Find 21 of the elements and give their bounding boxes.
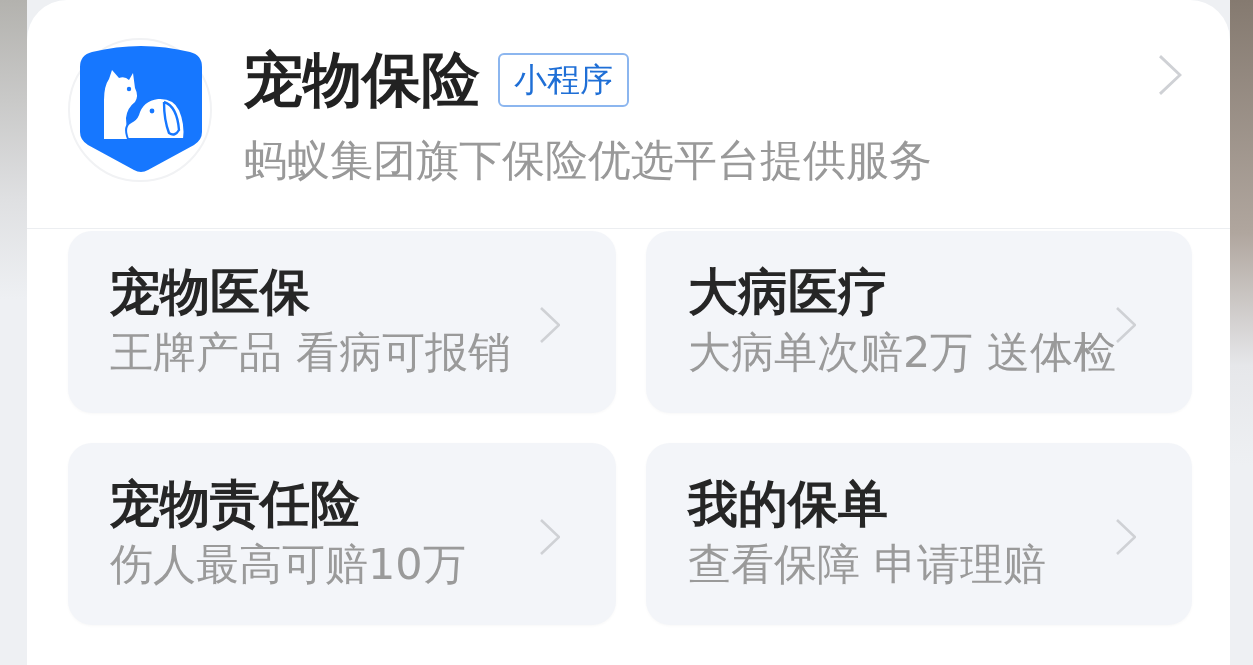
chevron-right-icon xyxy=(1116,307,1137,343)
chevron-right-icon xyxy=(1116,519,1136,555)
card-subtitle: 伤人最高可赔10万 xyxy=(110,539,467,589)
card-title: 我的保单 xyxy=(688,474,889,534)
menu-card[interactable]: 宠物医保 王牌产品 看病可报销 xyxy=(68,231,616,413)
app-title: 宠物保险 xyxy=(244,46,480,114)
menu-card[interactable]: 大病医疗 大病单次赔2万 送体检 xyxy=(646,231,1192,413)
card-title: 宠物医保 xyxy=(110,262,311,322)
menu-card[interactable]: 我的保单 查看保障 申请理赔 xyxy=(646,443,1192,625)
card-title: 宠物责任险 xyxy=(110,474,361,534)
app-subtitle: 蚂蚁集团旗下保险优选平台提供服务 xyxy=(244,134,933,186)
shield-logo-icon xyxy=(68,38,212,182)
chevron-right-icon xyxy=(540,519,560,555)
card-subtitle: 大病单次赔2万 送体检 xyxy=(688,327,1117,377)
mini-program-tag: 小程序 xyxy=(498,53,629,107)
card-title: 大病医疗 xyxy=(688,262,889,322)
card-subtitle: 查看保障 申请理赔 xyxy=(688,539,1047,589)
chevron-right-icon xyxy=(540,307,560,343)
menu-card[interactable]: 宠物责任险 伤人最高可赔10万 xyxy=(68,443,616,625)
chevron-right-icon xyxy=(1158,55,1182,95)
card-subtitle: 王牌产品 看病可报销 xyxy=(110,327,512,377)
